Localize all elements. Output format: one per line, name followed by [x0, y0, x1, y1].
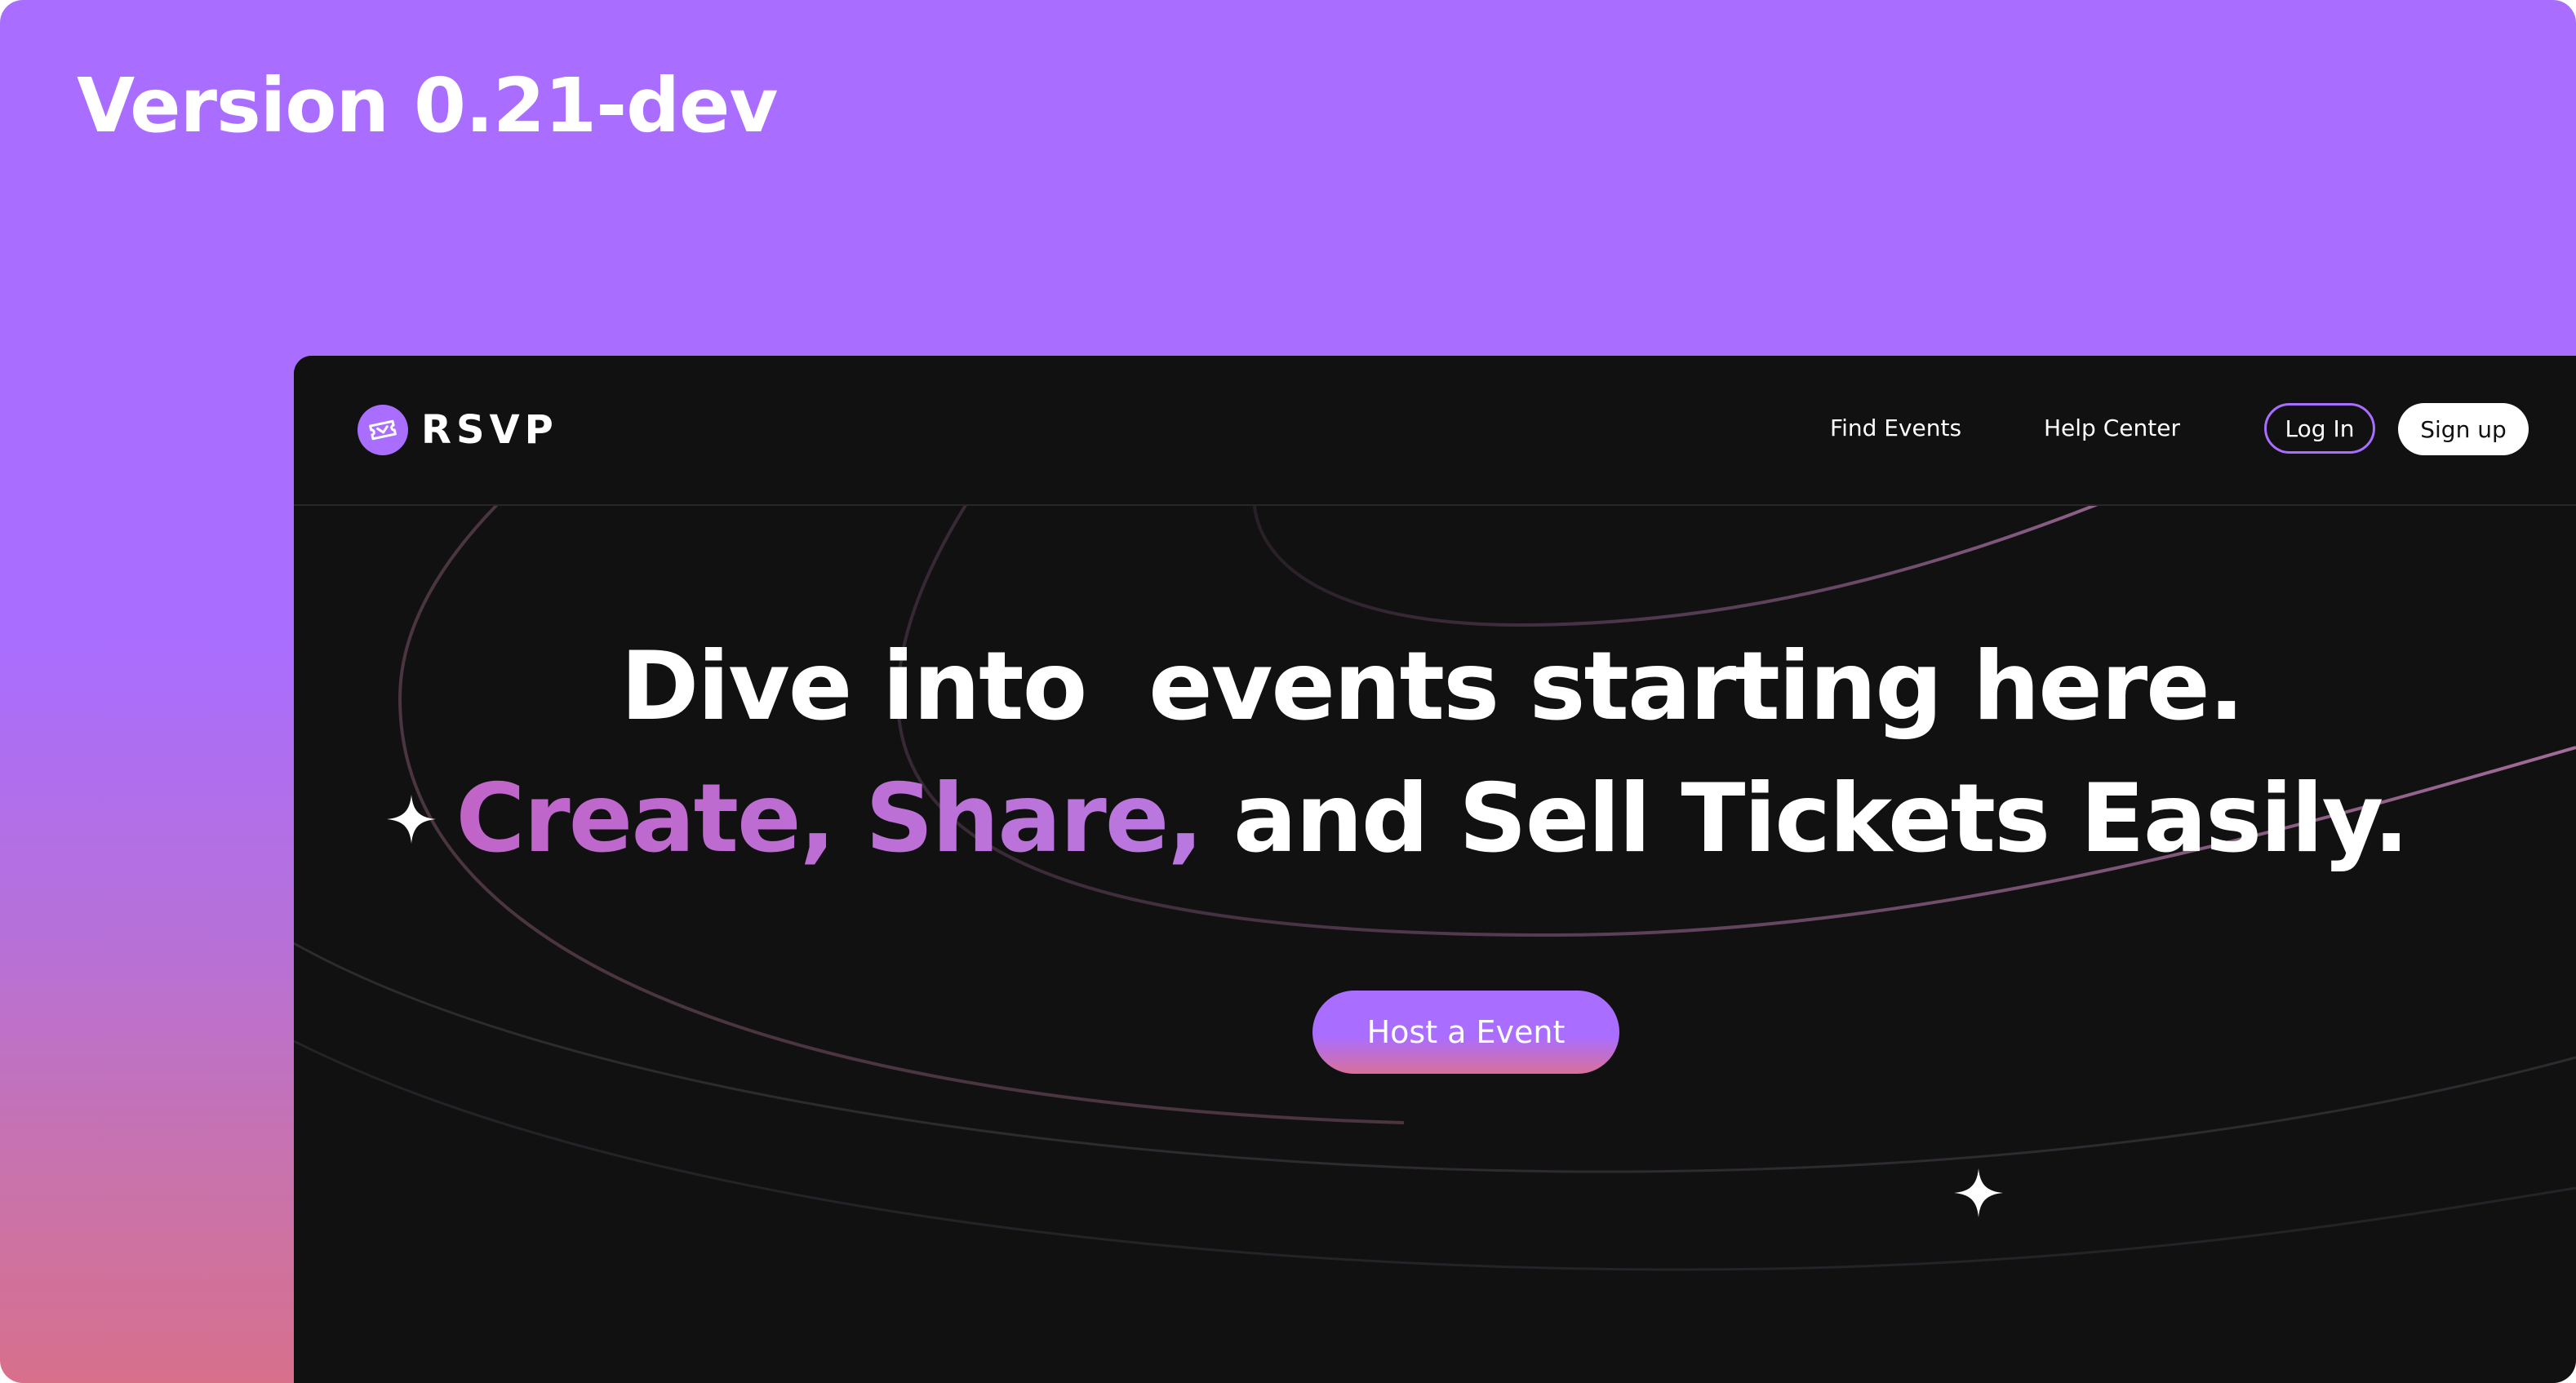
hero-subheadline-rest: and Sell Tickets Easily.	[1201, 764, 2409, 874]
top-navbar: RSVP Find Events Help Center Log In Sign…	[294, 356, 2576, 506]
brand-logo[interactable]: RSVP	[358, 405, 558, 455]
hero-subheadline: Create, Share, and Sell Tickets Easily.	[294, 762, 2569, 875]
sparkle-icon	[1954, 1168, 2003, 1217]
version-label: Version 0.21-dev	[77, 62, 778, 149]
page-background: Version 0.21-dev RSVP Find Events Help C…	[0, 0, 2576, 1383]
host-event-button[interactable]: Host a Event	[1312, 991, 1619, 1074]
nav-link-help-center[interactable]: Help Center	[2044, 414, 2180, 441]
login-button[interactable]: Log In	[2264, 403, 2375, 454]
signup-button[interactable]: Sign up	[2398, 403, 2529, 455]
hero-accent-text: Create, Share,	[455, 764, 1203, 874]
ticket-icon	[358, 405, 408, 455]
app-window: RSVP Find Events Help Center Log In Sign…	[294, 356, 2576, 1383]
brand-name: RSVP	[421, 407, 558, 453]
sparkle-icon	[387, 795, 436, 844]
hero-headline: Dive into events starting here.	[620, 632, 2245, 742]
nav-link-find-events[interactable]: Find Events	[1830, 414, 1961, 441]
